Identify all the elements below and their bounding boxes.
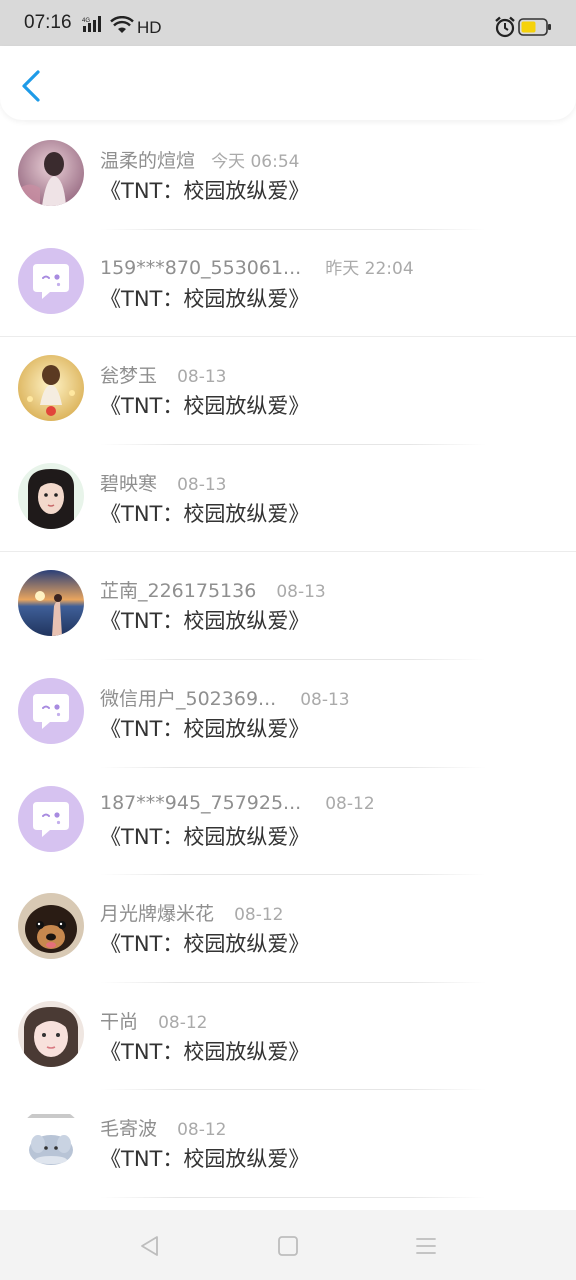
message-preview: 《TNT：校园放纵爱》: [100, 1039, 310, 1064]
hd-label: HD: [137, 18, 162, 37]
message-preview: 《TNT：校园放纵爱》: [100, 716, 310, 741]
contact-name: 碧映寒: [100, 472, 158, 495]
item-header: 碧映寒 08-13: [100, 469, 566, 495]
avatar: [18, 785, 84, 852]
message-preview: 《TNT：校园放纵爱》: [100, 1147, 310, 1172]
list-item[interactable]: 159***870_553061... 昨天 22:04 《TNT：校园放纵爱》: [0, 230, 576, 338]
back-button[interactable]: [14, 66, 50, 106]
message-list: 温柔的煊煊 今天 06:54 《TNT：校园放纵爱》 159***870_553…: [0, 122, 576, 1198]
item-header: 芷南_226175136 08-13: [100, 576, 566, 602]
contact-name: 毛寄波: [100, 1118, 158, 1141]
item-header: 瓮梦玉 08-13: [100, 361, 566, 387]
avatar: [18, 462, 84, 529]
contact-name: 温柔的煊煊: [100, 150, 196, 172]
item-header: 微信用户_502369... 08-13: [100, 684, 566, 710]
list-item[interactable]: 干尚 08-12 《TNT：校园放纵爱》: [0, 983, 576, 1091]
top-nav-bar: [0, 46, 576, 120]
contact-name: 芷南_226175136: [100, 580, 257, 603]
message-time: 08-12: [158, 1012, 208, 1033]
message-preview: 《TNT：校园放纵爱》: [100, 932, 310, 957]
avatar: [18, 677, 84, 744]
square-home-icon[interactable]: [274, 1232, 302, 1260]
list-item[interactable]: 月光牌爆米花 08-12 《TNT：校园放纵爱》: [0, 875, 576, 983]
message-preview: 《TNT：校园放纵爱》: [100, 394, 310, 419]
avatar: [18, 893, 84, 960]
message-time: 08-13: [177, 367, 227, 388]
list-item[interactable]: 毛寄波 08-12 《TNT：校园放纵爱》: [0, 1090, 576, 1198]
battery-icon: [518, 18, 551, 36]
contact-name: 159***870_553061...: [100, 256, 302, 279]
item-header: 187***945_757925... 08-12: [100, 792, 566, 818]
avatar: [18, 355, 84, 422]
message-preview: 《TNT：校园放纵爱》: [100, 609, 310, 634]
message-preview: 《TNT：校园放纵爱》: [100, 286, 310, 311]
list-item[interactable]: 微信用户_502369... 08-13 《TNT：校园放纵爱》: [0, 660, 576, 768]
message-time: 08-12: [325, 793, 375, 814]
contact-name: 干尚: [100, 1010, 139, 1033]
menu-lines-icon[interactable]: [412, 1232, 440, 1260]
message-preview: 《TNT：校园放纵爱》: [100, 179, 310, 203]
list-item[interactable]: 芷南_226175136 08-13 《TNT：校园放纵爱》: [0, 552, 576, 660]
list-item[interactable]: 温柔的煊煊 今天 06:54 《TNT：校园放纵爱》: [0, 122, 576, 230]
item-header: 温柔的煊煊 今天 06:54: [100, 146, 566, 172]
alarm-icon: [495, 16, 515, 38]
avatar: [18, 1000, 84, 1067]
avatar: [18, 140, 84, 206]
item-header: 毛寄波 08-12: [100, 1114, 566, 1140]
wifi-icon: [110, 16, 134, 33]
item-header: 159***870_553061... 昨天 22:04: [100, 254, 566, 280]
avatar: [18, 570, 84, 637]
divider: [100, 1196, 486, 1198]
contact-name: 微信用户_502369...: [100, 687, 277, 710]
list-item[interactable]: 瓮梦玉 08-13 《TNT：校园放纵爱》: [0, 337, 576, 445]
message-time: 08-13: [177, 474, 227, 495]
status-time: 07:16: [24, 12, 72, 33]
message-time: 昨天 22:04: [325, 258, 414, 279]
message-preview: 《TNT：校园放纵爱》: [100, 501, 310, 526]
triangle-back-icon[interactable]: [136, 1232, 164, 1260]
message-time: 08-13: [300, 689, 350, 710]
system-nav-bar: [0, 1210, 576, 1280]
contact-name: 瓮梦玉: [100, 365, 158, 388]
list-item[interactable]: 碧映寒 08-13 《TNT：校园放纵爱》: [0, 445, 576, 553]
signal-icon: 4G: [82, 16, 101, 32]
message-preview: 《TNT：校园放纵爱》: [100, 824, 310, 849]
status-bar: 07:16 4G HD: [0, 0, 576, 46]
chevron-left-icon: [22, 70, 40, 102]
list-item[interactable]: 187***945_757925... 08-12 《TNT：校园放纵爱》: [0, 768, 576, 876]
contact-name: 月光牌爆米花: [100, 903, 215, 926]
message-time: 08-12: [234, 905, 284, 926]
item-header: 月光牌爆米花 08-12: [100, 899, 566, 925]
contact-name: 187***945_757925...: [100, 791, 302, 814]
message-time: 今天 06:54: [211, 152, 300, 172]
message-time: 08-12: [177, 1120, 227, 1141]
avatar: [18, 1108, 84, 1175]
message-time: 08-13: [276, 582, 326, 603]
item-header: 干尚 08-12: [100, 1007, 566, 1033]
avatar: [18, 247, 84, 314]
